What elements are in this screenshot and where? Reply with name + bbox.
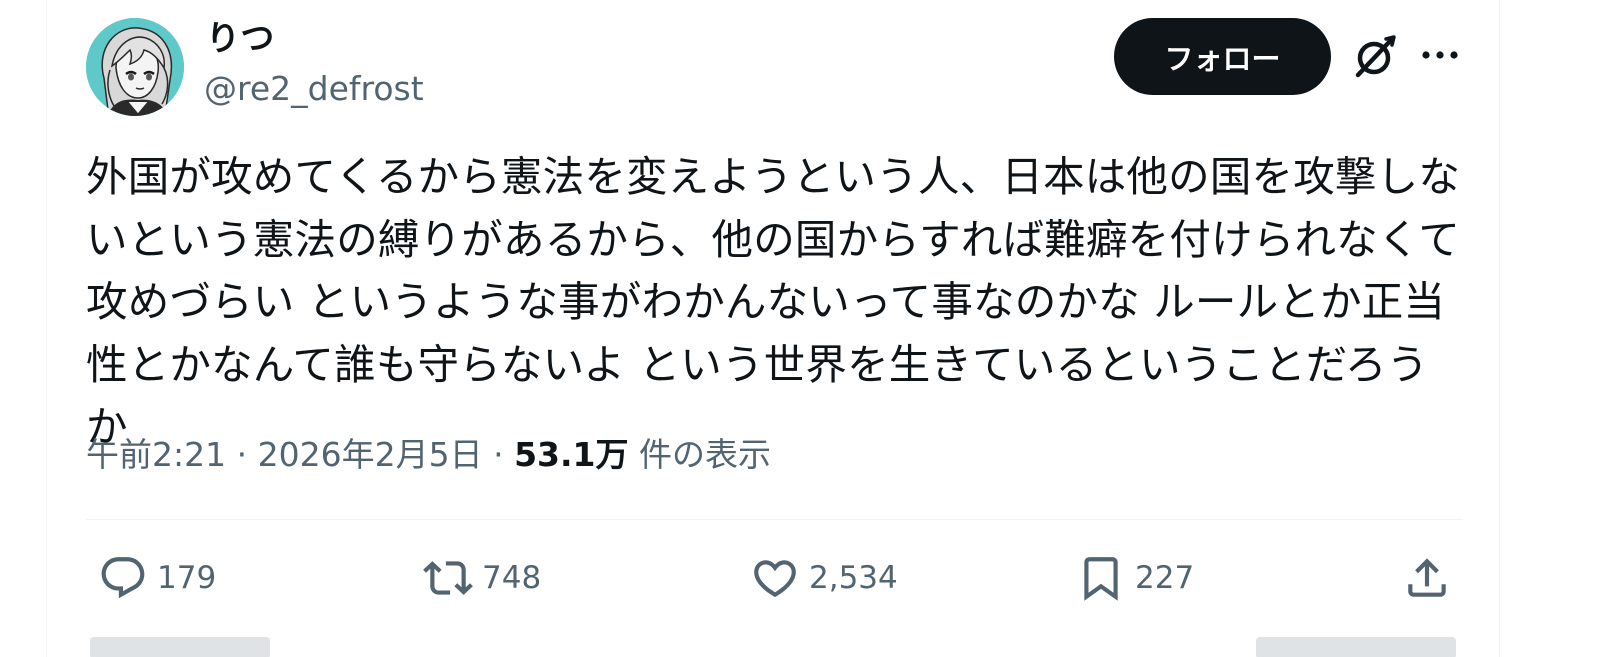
views-count: 53.1万 <box>514 435 629 474</box>
like-count: 2,534 <box>809 560 898 596</box>
bookmark-count: 227 <box>1135 560 1195 596</box>
bookmark-icon <box>1084 557 1118 601</box>
avatar[interactable] <box>86 18 184 116</box>
meta-separator: · <box>493 435 504 474</box>
divider <box>86 519 1463 520</box>
repost-count: 748 <box>482 560 542 596</box>
reply-icon <box>101 557 145 599</box>
tweet-time[interactable]: 午前2:21 <box>86 435 226 474</box>
user-handle[interactable]: @re2_defrost <box>204 66 424 112</box>
bookmark-button[interactable]: 227 <box>1076 550 1194 606</box>
cropped-reply-preview <box>86 633 1466 657</box>
meta-separator: · <box>236 435 248 474</box>
repost-button[interactable]: 748 <box>423 550 541 606</box>
share-icon <box>1408 558 1446 597</box>
tweet-date[interactable]: 2026年2月5日 <box>258 435 483 474</box>
reply-button[interactable]: 179 <box>98 550 216 606</box>
repost-icon <box>423 561 473 595</box>
heart-icon <box>754 560 796 598</box>
share-button[interactable] <box>1402 550 1452 606</box>
grok-icon[interactable] <box>1350 31 1400 81</box>
anime-avatar-icon <box>86 18 184 116</box>
reply-count: 179 <box>157 560 217 596</box>
follow-button[interactable]: フォロー <box>1114 18 1331 95</box>
display-name[interactable]: りつ <box>206 14 274 64</box>
views-label: 件の表示 <box>639 435 772 474</box>
tweet-text: 外国が攻めてくるから憲法を変えようという人、日本は他の国を攻撃しないという憲法の… <box>86 152 1461 451</box>
like-button[interactable]: 2,534 <box>750 550 898 606</box>
more-icon[interactable] <box>1418 37 1462 73</box>
tweet-meta: 午前2:21 · 2026年2月5日 · 53.1万 件の表示 <box>86 432 771 478</box>
